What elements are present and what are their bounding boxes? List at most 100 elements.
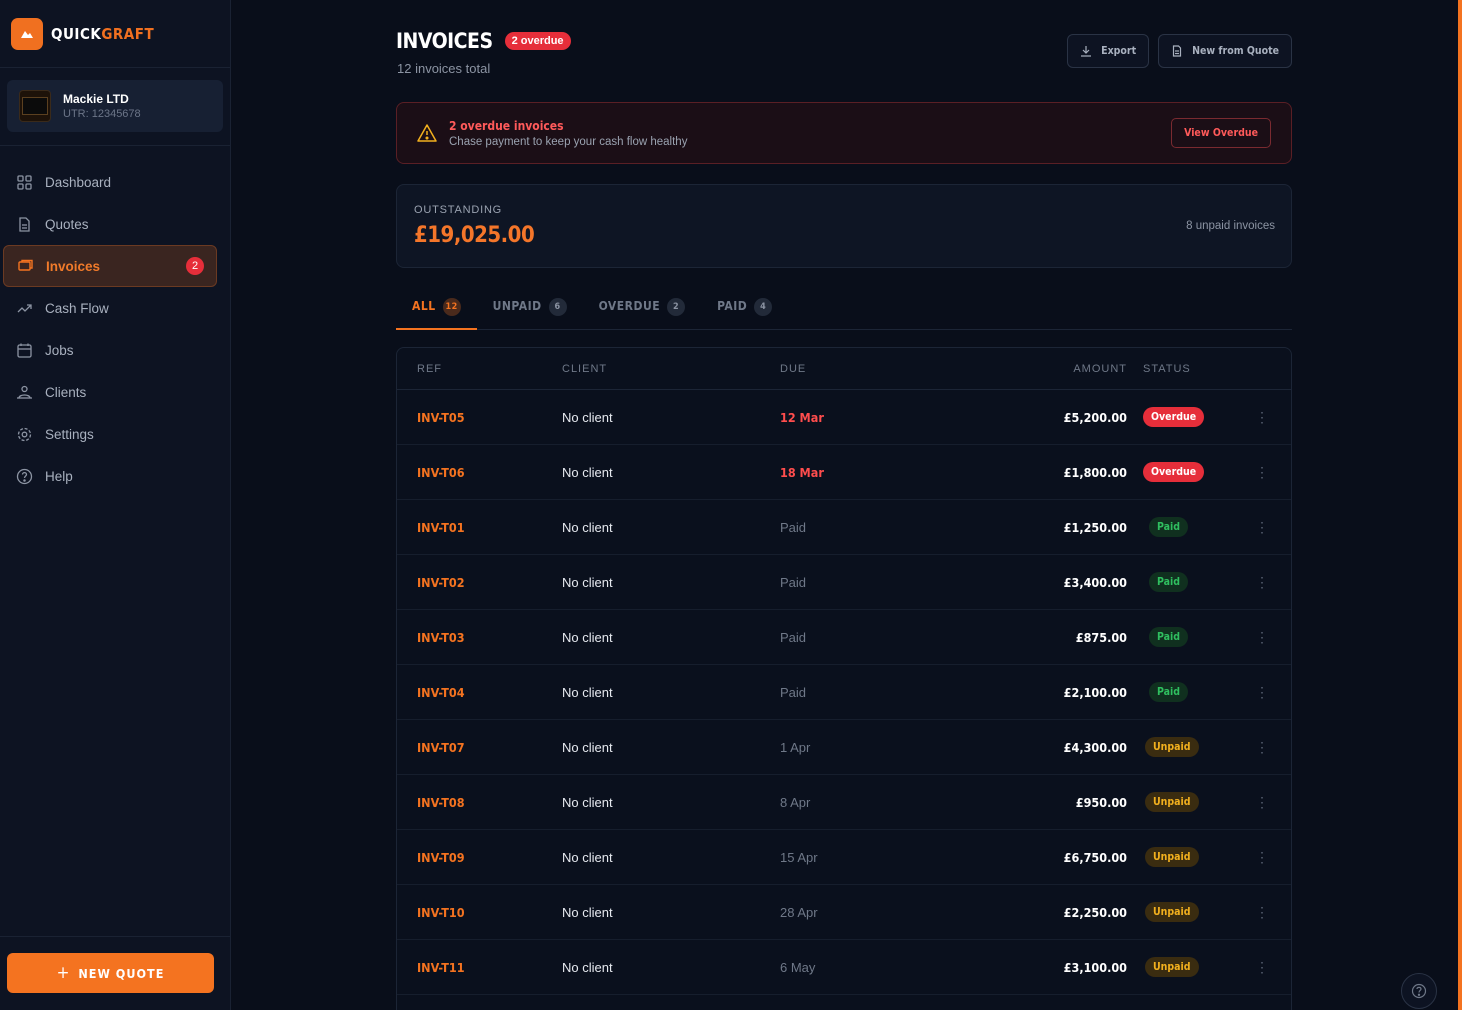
status-badge: Overdue — [1143, 462, 1205, 482]
table-row[interactable]: INV-T11 No client 6 May £3,100.00 Unpaid ⋮ — [397, 940, 1291, 995]
tab-label: UNPAID — [492, 299, 542, 313]
sidebar-item-clients[interactable]: Clients — [0, 371, 230, 413]
table-row[interactable]: INV-T01 No client Paid £1,250.00 Paid ⋮ — [397, 500, 1291, 555]
table-row[interactable]: INV-T05 No client 12 Mar £5,200.00 Overdue ⋮ — [397, 390, 1291, 445]
invoice-ref[interactable]: INV-T05 — [417, 410, 465, 425]
invoice-due: Paid — [780, 629, 807, 645]
sidebar-item-jobs[interactable]: Jobs — [0, 329, 230, 371]
users-icon — [17, 385, 32, 399]
invoice-client: No client — [562, 574, 613, 590]
table-row[interactable]: INV-T10 No client 28 Apr £2,250.00 Unpaid ⋮ — [397, 885, 1291, 940]
tab-paid[interactable]: PAID 4 — [701, 289, 788, 330]
row-menu-icon[interactable]: ⋮ — [1237, 519, 1287, 536]
document-icon — [1173, 45, 1182, 57]
table-row[interactable]: INV-T09 No client 15 Apr £6,750.00 Unpaid ⋮ — [397, 830, 1291, 885]
invoice-ref[interactable]: INV-T08 — [417, 795, 465, 810]
window-edge-accent — [1458, 0, 1462, 1010]
invoice-ref[interactable]: INV-T02 — [417, 575, 465, 590]
col-status[interactable]: STATUS — [1127, 363, 1237, 375]
sidebar-item-dashboard[interactable]: Dashboard — [0, 161, 230, 203]
sidebar-item-label: Clients — [45, 384, 87, 400]
row-menu-icon[interactable]: ⋮ — [1237, 959, 1287, 976]
org-utr: UTR: 12345678 — [63, 108, 141, 120]
dashboard-icon — [17, 174, 32, 190]
sidebar-item-help[interactable]: Help — [0, 455, 230, 497]
row-menu-icon[interactable]: ⋮ — [1237, 629, 1287, 646]
invoices-table: REF CLIENT DUE AMOUNT STATUS INV-T05 No c… — [396, 347, 1292, 1010]
invoice-client: No client — [562, 794, 613, 810]
status-badge: Unpaid — [1145, 737, 1199, 757]
row-menu-icon[interactable]: ⋮ — [1237, 904, 1287, 921]
invoice-client: No client — [562, 519, 613, 535]
export-button[interactable]: Export — [1067, 34, 1150, 68]
invoice-client: No client — [562, 464, 613, 480]
invoice-amount: £1,800.00 — [1063, 464, 1127, 480]
table-row[interactable]: INV-T06 No client 18 Mar £1,800.00 Overdue ⋮ — [397, 445, 1291, 500]
row-menu-icon[interactable]: ⋮ — [1237, 849, 1287, 866]
table-row[interactable]: INV-T02 No client Paid £3,400.00 Paid ⋮ — [397, 555, 1291, 610]
table-body: INV-T05 No client 12 Mar £5,200.00 Overdue ⋮ I… — [397, 390, 1291, 995]
row-menu-icon[interactable]: ⋮ — [1237, 409, 1287, 426]
col-ref[interactable]: REF — [397, 363, 562, 375]
new-from-quote-button[interactable]: New from Quote — [1158, 34, 1292, 68]
status-badge: Paid — [1149, 517, 1189, 537]
overdue-alert: 2 overdue invoices Chase payment to keep… — [396, 102, 1292, 164]
invoice-ref[interactable]: INV-T03 — [417, 630, 465, 645]
col-client[interactable]: CLIENT — [562, 363, 780, 375]
col-amount[interactable]: AMOUNT — [960, 363, 1127, 375]
status-badge: Unpaid — [1145, 792, 1199, 812]
sidebar-item-invoices[interactable]: Invoices 2 — [3, 245, 217, 287]
invoice-amount: £5,200.00 — [1063, 409, 1127, 425]
calendar-icon — [17, 343, 32, 358]
org-avatar — [19, 90, 51, 122]
table-row[interactable]: INV-T07 No client 1 Apr £4,300.00 Unpaid ⋮ — [397, 720, 1291, 775]
status-badge: Paid — [1149, 572, 1189, 592]
invoice-ref[interactable]: INV-T11 — [417, 960, 465, 975]
tab-count: 2 — [667, 298, 686, 316]
row-menu-icon[interactable]: ⋮ — [1237, 574, 1287, 591]
invoice-amount: £2,250.00 — [1063, 904, 1127, 920]
invoice-ref[interactable]: INV-T10 — [417, 905, 465, 920]
invoice-ref[interactable]: INV-T04 — [417, 685, 465, 700]
sidebar-item-cash-flow[interactable]: Cash Flow — [0, 287, 230, 329]
org-switcher[interactable]: Mackie LTD UTR: 12345678 — [7, 80, 223, 132]
page-title: INVOICES — [396, 29, 493, 53]
invoice-due: 12 Mar — [780, 409, 824, 425]
invoice-ref[interactable]: INV-T09 — [417, 850, 465, 865]
invoice-client: No client — [562, 629, 613, 645]
invoice-due: 15 Apr — [780, 849, 818, 865]
new-quote-button[interactable]: + NEW QUOTE — [7, 953, 214, 993]
sidebar-item-label: Help — [45, 468, 73, 484]
brand-logo[interactable]: QUICKGRAFT — [0, 0, 230, 68]
invoice-client: No client — [562, 684, 613, 700]
row-menu-icon[interactable]: ⋮ — [1237, 794, 1287, 811]
col-due[interactable]: DUE — [780, 363, 960, 375]
invoice-ref[interactable]: INV-T07 — [417, 740, 465, 755]
sidebar-item-settings[interactable]: Settings — [0, 413, 230, 455]
new-from-quote-label: New from Quote — [1192, 45, 1279, 57]
sidebar: QUICKGRAFT Mackie LTD UTR: 12345678 Dash… — [0, 0, 231, 1010]
row-menu-icon[interactable]: ⋮ — [1237, 464, 1287, 481]
sidebar-item-quotes[interactable]: Quotes — [0, 203, 230, 245]
tab-unpaid[interactable]: UNPAID 6 — [477, 289, 583, 330]
table-row[interactable]: INV-T03 No client Paid £875.00 Paid ⋮ — [397, 610, 1291, 665]
tab-overdue[interactable]: OVERDUE 2 — [583, 289, 702, 330]
sidebar-item-label: Dashboard — [45, 174, 112, 190]
invoice-ref[interactable]: INV-T01 — [417, 520, 465, 535]
tab-all[interactable]: ALL 12 — [396, 289, 477, 330]
invoice-amount: £875.00 — [1075, 629, 1127, 645]
table-row[interactable]: INV-T04 No client Paid £2,100.00 Paid ⋮ — [397, 665, 1291, 720]
table-row[interactable]: INV-T08 No client 8 Apr £950.00 Unpaid ⋮ — [397, 775, 1291, 830]
view-overdue-button[interactable]: View Overdue — [1171, 118, 1271, 148]
invoice-amount: £4,300.00 — [1063, 739, 1127, 755]
row-menu-icon[interactable]: ⋮ — [1237, 739, 1287, 756]
invoice-amount: £3,100.00 — [1063, 959, 1127, 975]
tab-count: 12 — [442, 298, 461, 316]
status-badge: Unpaid — [1145, 902, 1199, 922]
invoice-due: 28 Apr — [780, 904, 818, 920]
invoice-ref[interactable]: INV-T06 — [417, 465, 465, 480]
overdue-badge: 2 overdue — [504, 32, 571, 50]
row-menu-icon[interactable]: ⋮ — [1237, 684, 1287, 701]
help-fab[interactable] — [1401, 973, 1437, 1009]
sidebar-item-label: Quotes — [45, 216, 89, 232]
